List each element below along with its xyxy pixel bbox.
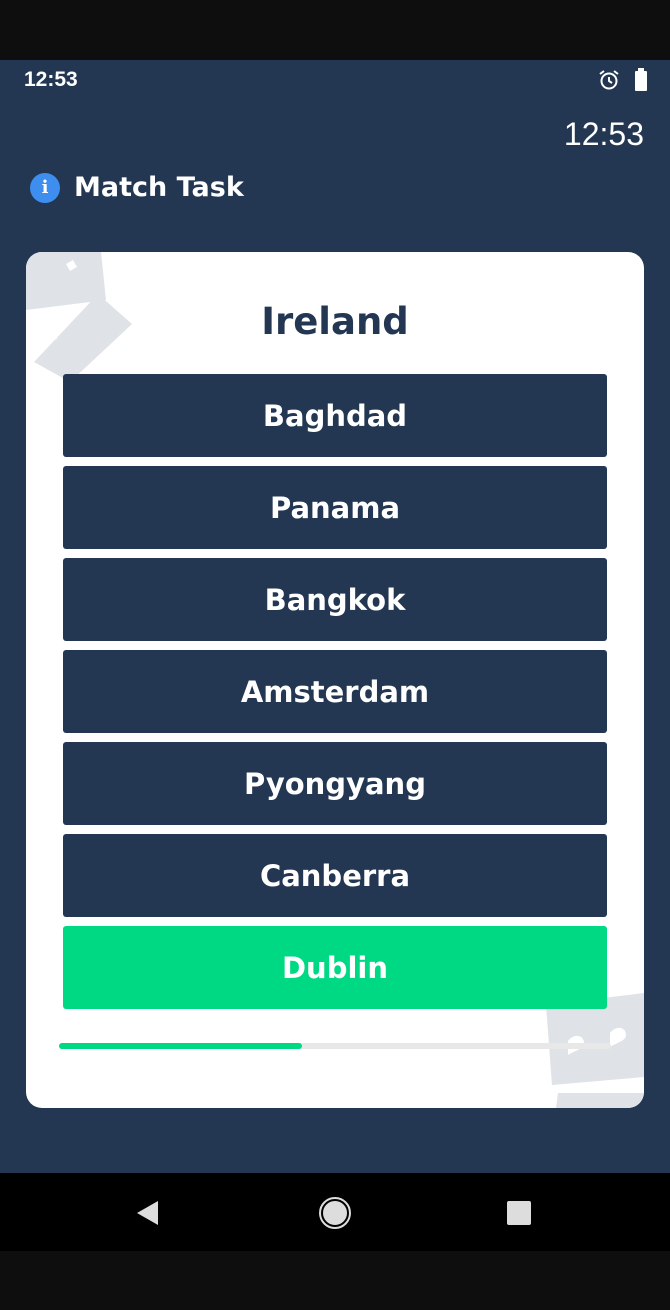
task-title: Match Task (74, 172, 244, 203)
question-card: Ireland Baghdad Panama Bangkok Amsterdam Pyo… (26, 252, 644, 1108)
alarm-icon (598, 69, 620, 95)
app-screen: 12:53 12:53 i Match Task Ireland Baghdad… (0, 60, 670, 1173)
status-time: 12:53 (24, 68, 78, 91)
answer-option-button[interactable]: Pyongyang (63, 742, 607, 825)
bottom-letterbox (0, 1251, 670, 1310)
top-letterbox (0, 0, 670, 60)
answer-option-button[interactable]: Bangkok (63, 558, 607, 641)
battery-icon (634, 68, 648, 96)
answer-option-button[interactable]: Dublin (63, 926, 607, 1009)
recents-icon[interactable] (502, 1196, 536, 1230)
answer-option-button[interactable]: Panama (63, 466, 607, 549)
home-icon[interactable] (318, 1196, 352, 1230)
answer-option-button[interactable]: Amsterdam (63, 650, 607, 733)
status-bar: 12:53 (0, 60, 670, 100)
answer-options: Baghdad Panama Bangkok Amsterdam Pyongyang Ca… (63, 374, 607, 1018)
answer-option-button[interactable]: Canberra (63, 834, 607, 917)
question-text: Ireland (261, 300, 409, 343)
info-icon[interactable]: i (30, 172, 60, 203)
task-clock: 12:53 (563, 116, 644, 152)
progress-bar (59, 1043, 611, 1049)
back-icon[interactable] (130, 1196, 164, 1230)
navigation-bar (0, 1173, 670, 1251)
progress-fill (59, 1043, 302, 1049)
status-icons (598, 68, 648, 96)
answer-option-button[interactable]: Baghdad (63, 374, 607, 457)
task-header: i Match Task (30, 172, 244, 203)
